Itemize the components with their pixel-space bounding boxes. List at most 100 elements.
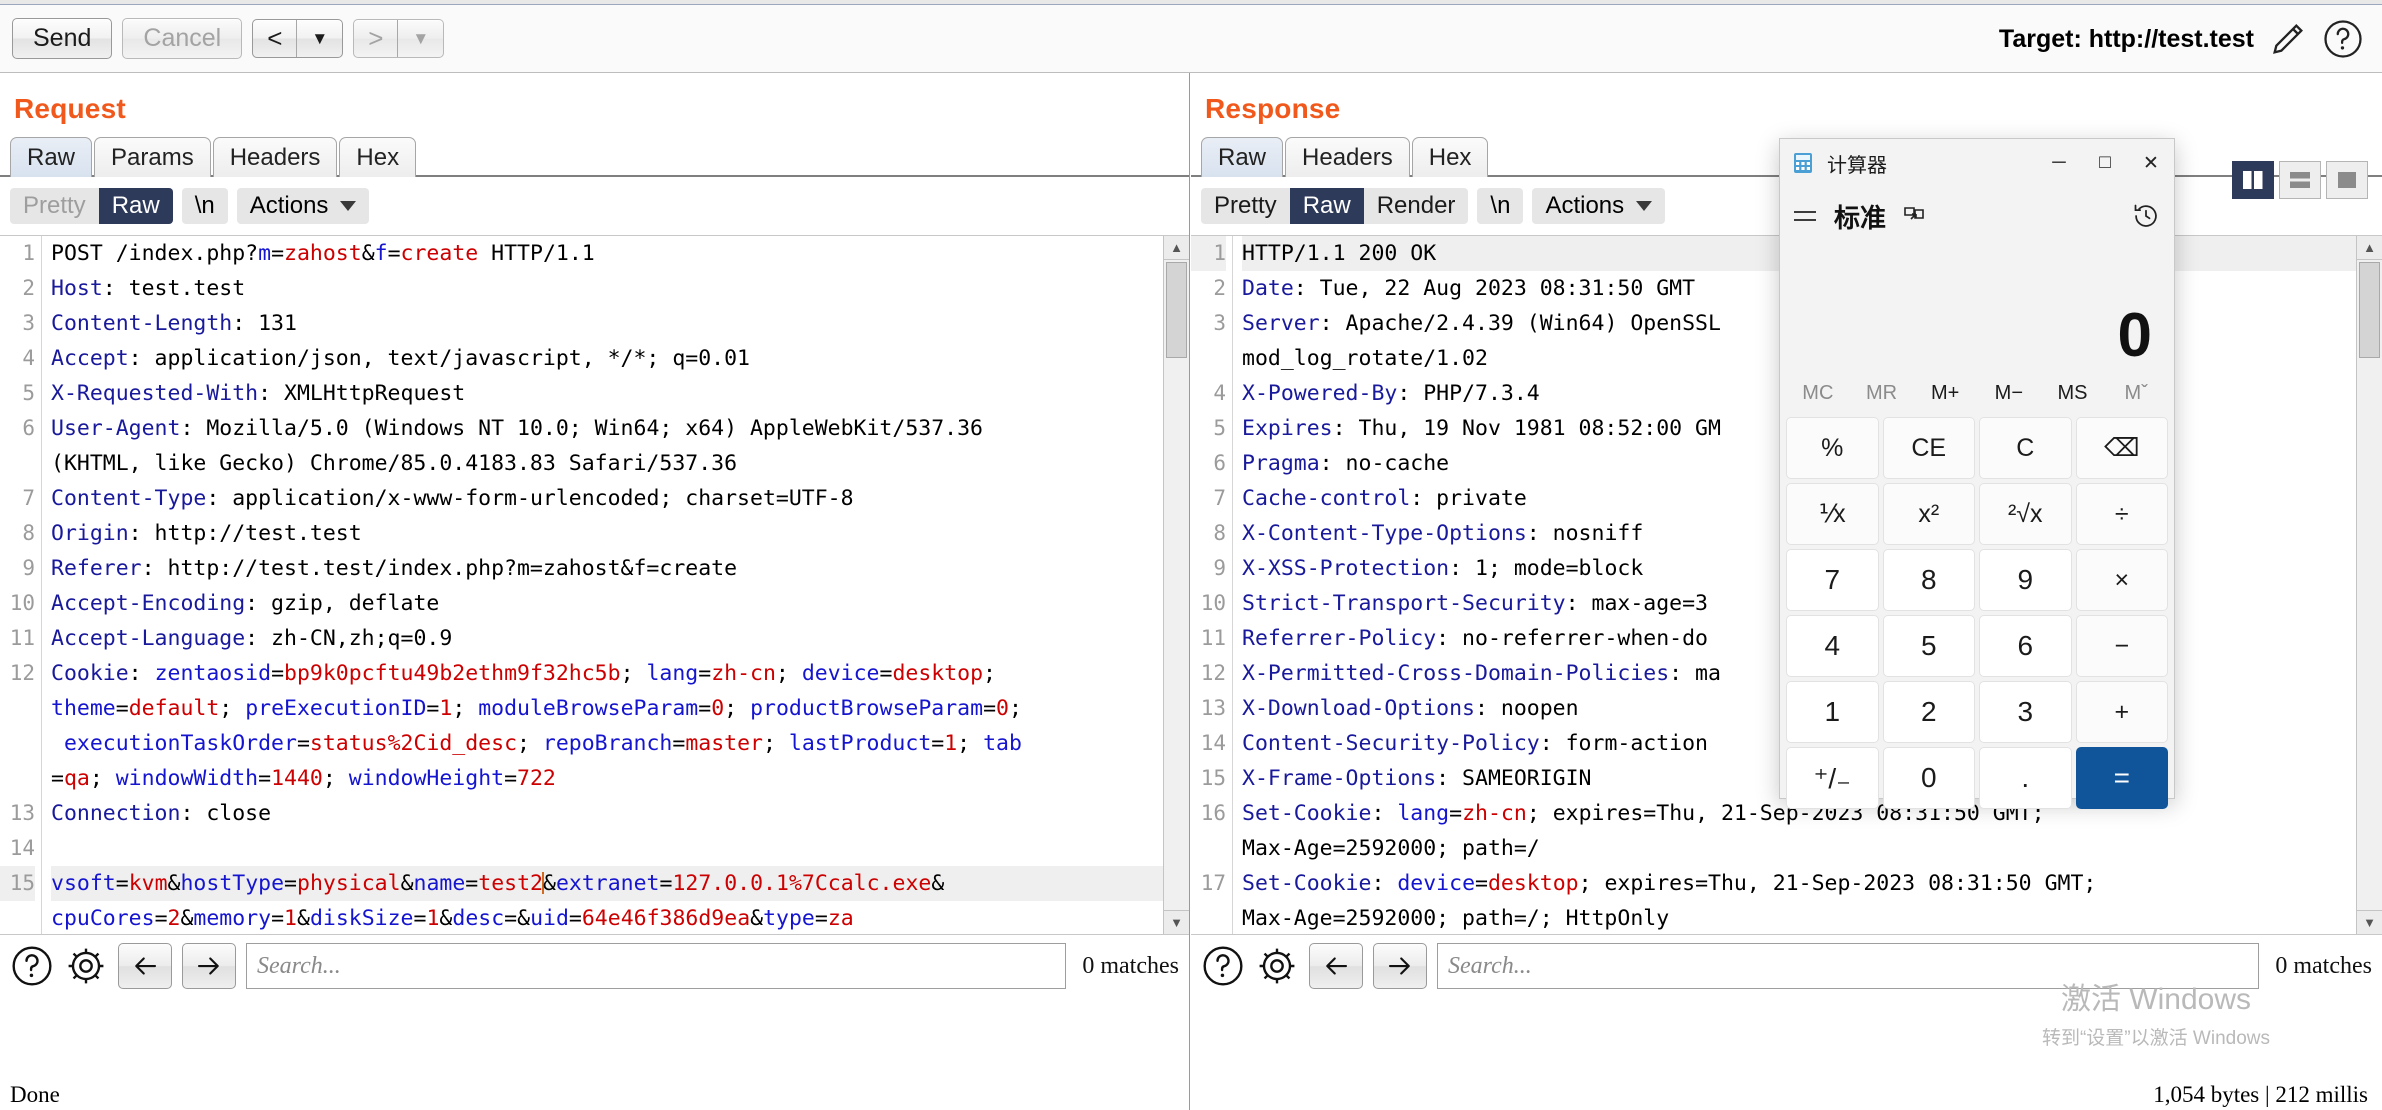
response-newline-button[interactable]: \n: [1477, 188, 1524, 224]
request-editor[interactable]: 1 2 3 4 5 6 7 8 9 10 11 12 13 14 15 POST /index.php?m=…: [0, 235, 1189, 935]
calculator-memory-m-button[interactable]: M−: [1977, 382, 2041, 405]
back-dropdown-icon[interactable]: ▼: [296, 19, 342, 58]
calculator-key-1[interactable]: 1: [1786, 681, 1879, 743]
question-icon[interactable]: [2322, 18, 2364, 60]
response-tab-raw[interactable]: Raw: [1201, 137, 1284, 177]
request-pretty-button[interactable]: Pretty: [10, 188, 99, 224]
layout-horizontal-split-button[interactable]: [2279, 161, 2321, 199]
calculator-key-[interactable]: ×: [2075, 549, 2168, 611]
calculator-key-CE[interactable]: CE: [1882, 417, 1975, 479]
request-code-line[interactable]: Host: test.test: [51, 271, 1189, 306]
request-code-line[interactable]: cpuCores=2&memory=1&diskSize=1&desc=&uid…: [51, 901, 1189, 934]
calculator-key-7[interactable]: 7: [1786, 549, 1879, 611]
request-raw-button[interactable]: Raw: [98, 188, 173, 224]
calculator-key-4[interactable]: 4: [1786, 615, 1879, 677]
hamburger-icon[interactable]: [1792, 206, 1818, 226]
request-code-line[interactable]: Content-Length: 131: [51, 306, 1189, 341]
request-code-line[interactable]: Cookie: zentaosid=bp9k0pcftu49b2ethm9f32…: [51, 656, 1189, 691]
request-code-line[interactable]: POST /index.php?m=zahost&f=create HTTP/1…: [51, 236, 1189, 271]
calculator-key-[interactable]: =: [2075, 747, 2168, 809]
request-tab-headers[interactable]: Headers: [212, 137, 338, 177]
calculator-memory-m-button[interactable]: Mˇ: [2104, 382, 2168, 405]
calculator-key-5[interactable]: 5: [1882, 615, 1975, 677]
response-tab-hex[interactable]: Hex: [1411, 137, 1489, 177]
scrollbar-thumb[interactable]: [2359, 262, 2380, 358]
calculator-key-3[interactable]: 3: [1979, 681, 2072, 743]
layout-single-pane-button[interactable]: [2326, 161, 2368, 199]
minimize-icon[interactable]: ─: [2036, 139, 2082, 187]
request-gear-icon[interactable]: [64, 944, 108, 988]
calculator-key-x[interactable]: ²√x: [1979, 483, 2072, 545]
request-body-text[interactable]: POST /index.php?m=zahost&f=create HTTP/1…: [42, 236, 1189, 934]
request-code-line[interactable]: executionTaskOrder=status%2Cid_desc; rep…: [51, 726, 1189, 761]
calculator-key-[interactable]: +: [2075, 681, 2168, 743]
request-tab-raw[interactable]: Raw: [10, 137, 93, 177]
calculator-memory-ms-button[interactable]: MS: [2041, 382, 2105, 405]
request-code-line[interactable]: Connection: close: [51, 796, 1189, 831]
send-button[interactable]: Send: [12, 18, 113, 59]
request-help-icon[interactable]: [10, 944, 54, 988]
request-code-line[interactable]: (KHTML, like Gecko) Chrome/85.0.4183.83 …: [51, 446, 1189, 481]
calculator-key-[interactable]: ⅟х: [1786, 483, 1879, 545]
request-code-line[interactable]: =qa; windowWidth=1440; windowHeight=722: [51, 761, 1189, 796]
scroll-up-arrow-icon[interactable]: ▲: [1164, 236, 1189, 260]
response-actions-button[interactable]: Actions: [1532, 188, 1666, 224]
calculator-key-[interactable]: ⁺/₋: [1786, 747, 1879, 809]
request-code-line[interactable]: User-Agent: Mozilla/5.0 (Windows NT 10.0…: [51, 411, 1189, 446]
calculator-memory-m-button[interactable]: M+: [1913, 382, 1977, 405]
request-find-prev-button[interactable]: [118, 943, 172, 989]
calculator-key-9[interactable]: 9: [1979, 549, 2072, 611]
calculator-key-[interactable]: %: [1786, 417, 1879, 479]
response-pretty-button[interactable]: Pretty: [1201, 188, 1290, 224]
back-button[interactable]: < ▼: [252, 18, 344, 59]
request-tab-params[interactable]: Params: [94, 137, 211, 177]
calculator-key-[interactable]: ⌫: [2075, 417, 2168, 479]
pencil-icon[interactable]: [2268, 19, 2308, 59]
response-raw-button[interactable]: Raw: [1289, 188, 1364, 224]
response-code-line[interactable]: Set-Cookie: device=desktop; expires=Thu,…: [1242, 866, 2382, 901]
calculator-memory-mc-button[interactable]: MC: [1786, 382, 1850, 405]
calculator-key-6[interactable]: 6: [1979, 615, 2072, 677]
calculator-key-[interactable]: .: [1979, 747, 2072, 809]
calculator-key-2[interactable]: 2: [1882, 681, 1975, 743]
calculator-key-x[interactable]: x²: [1882, 483, 1975, 545]
request-actions-button[interactable]: Actions: [236, 188, 370, 224]
response-scrollbar[interactable]: ▲ ▼: [2356, 236, 2382, 934]
forward-button[interactable]: > ▼: [353, 18, 445, 59]
response-gear-icon[interactable]: [1255, 944, 1299, 988]
response-help-icon[interactable]: [1201, 944, 1245, 988]
scroll-up-arrow-icon[interactable]: ▲: [2357, 236, 2382, 260]
request-code-line[interactable]: Origin: http://test.test: [51, 516, 1189, 551]
request-code-line[interactable]: Accept: application/json, text/javascrip…: [51, 341, 1189, 376]
calculator-key-0[interactable]: 0: [1882, 747, 1975, 809]
request-code-line[interactable]: theme=default; preExecutionID=1; moduleB…: [51, 691, 1189, 726]
request-tab-hex[interactable]: Hex: [339, 137, 417, 177]
calculator-memory-mr-button[interactable]: MR: [1850, 382, 1914, 405]
calculator-key-8[interactable]: 8: [1882, 549, 1975, 611]
close-icon[interactable]: ✕: [2128, 139, 2174, 187]
calculator-key-C[interactable]: C: [1979, 417, 2072, 479]
response-find-prev-button[interactable]: [1309, 943, 1363, 989]
request-newline-button[interactable]: \n: [181, 188, 228, 224]
response-code-line[interactable]: Max-Age=2592000; path=/; HttpOnly: [1242, 901, 2382, 934]
scrollbar-thumb[interactable]: [1166, 262, 1187, 358]
history-icon[interactable]: [2132, 202, 2160, 230]
response-code-line[interactable]: Max-Age=2592000; path=/: [1242, 831, 2382, 866]
calculator-key-[interactable]: −: [2075, 615, 2168, 677]
request-scrollbar[interactable]: ▲ ▼: [1163, 236, 1189, 934]
response-render-button[interactable]: Render: [1364, 188, 1469, 224]
calculator-key-[interactable]: ÷: [2075, 483, 2168, 545]
layout-vertical-split-button[interactable]: [2232, 161, 2274, 199]
keep-on-top-icon[interactable]: [1902, 205, 1926, 227]
request-code-line[interactable]: Content-Type: application/x-www-form-url…: [51, 481, 1189, 516]
response-search-input[interactable]: Search...: [1437, 943, 2260, 989]
request-find-next-button[interactable]: [182, 943, 236, 989]
request-code-line[interactable]: Accept-Language: zh-CN,zh;q=0.9: [51, 621, 1189, 656]
request-code-line[interactable]: vsoft=kvm&hostType=physical&name=test2&e…: [51, 866, 1189, 901]
scroll-down-arrow-icon[interactable]: ▼: [1164, 910, 1189, 934]
response-tab-headers[interactable]: Headers: [1285, 137, 1410, 177]
forward-dropdown-icon[interactable]: ▼: [397, 19, 443, 58]
scroll-down-arrow-icon[interactable]: ▼: [2357, 910, 2382, 934]
response-find-next-button[interactable]: [1373, 943, 1427, 989]
request-code-line[interactable]: [51, 831, 1189, 866]
